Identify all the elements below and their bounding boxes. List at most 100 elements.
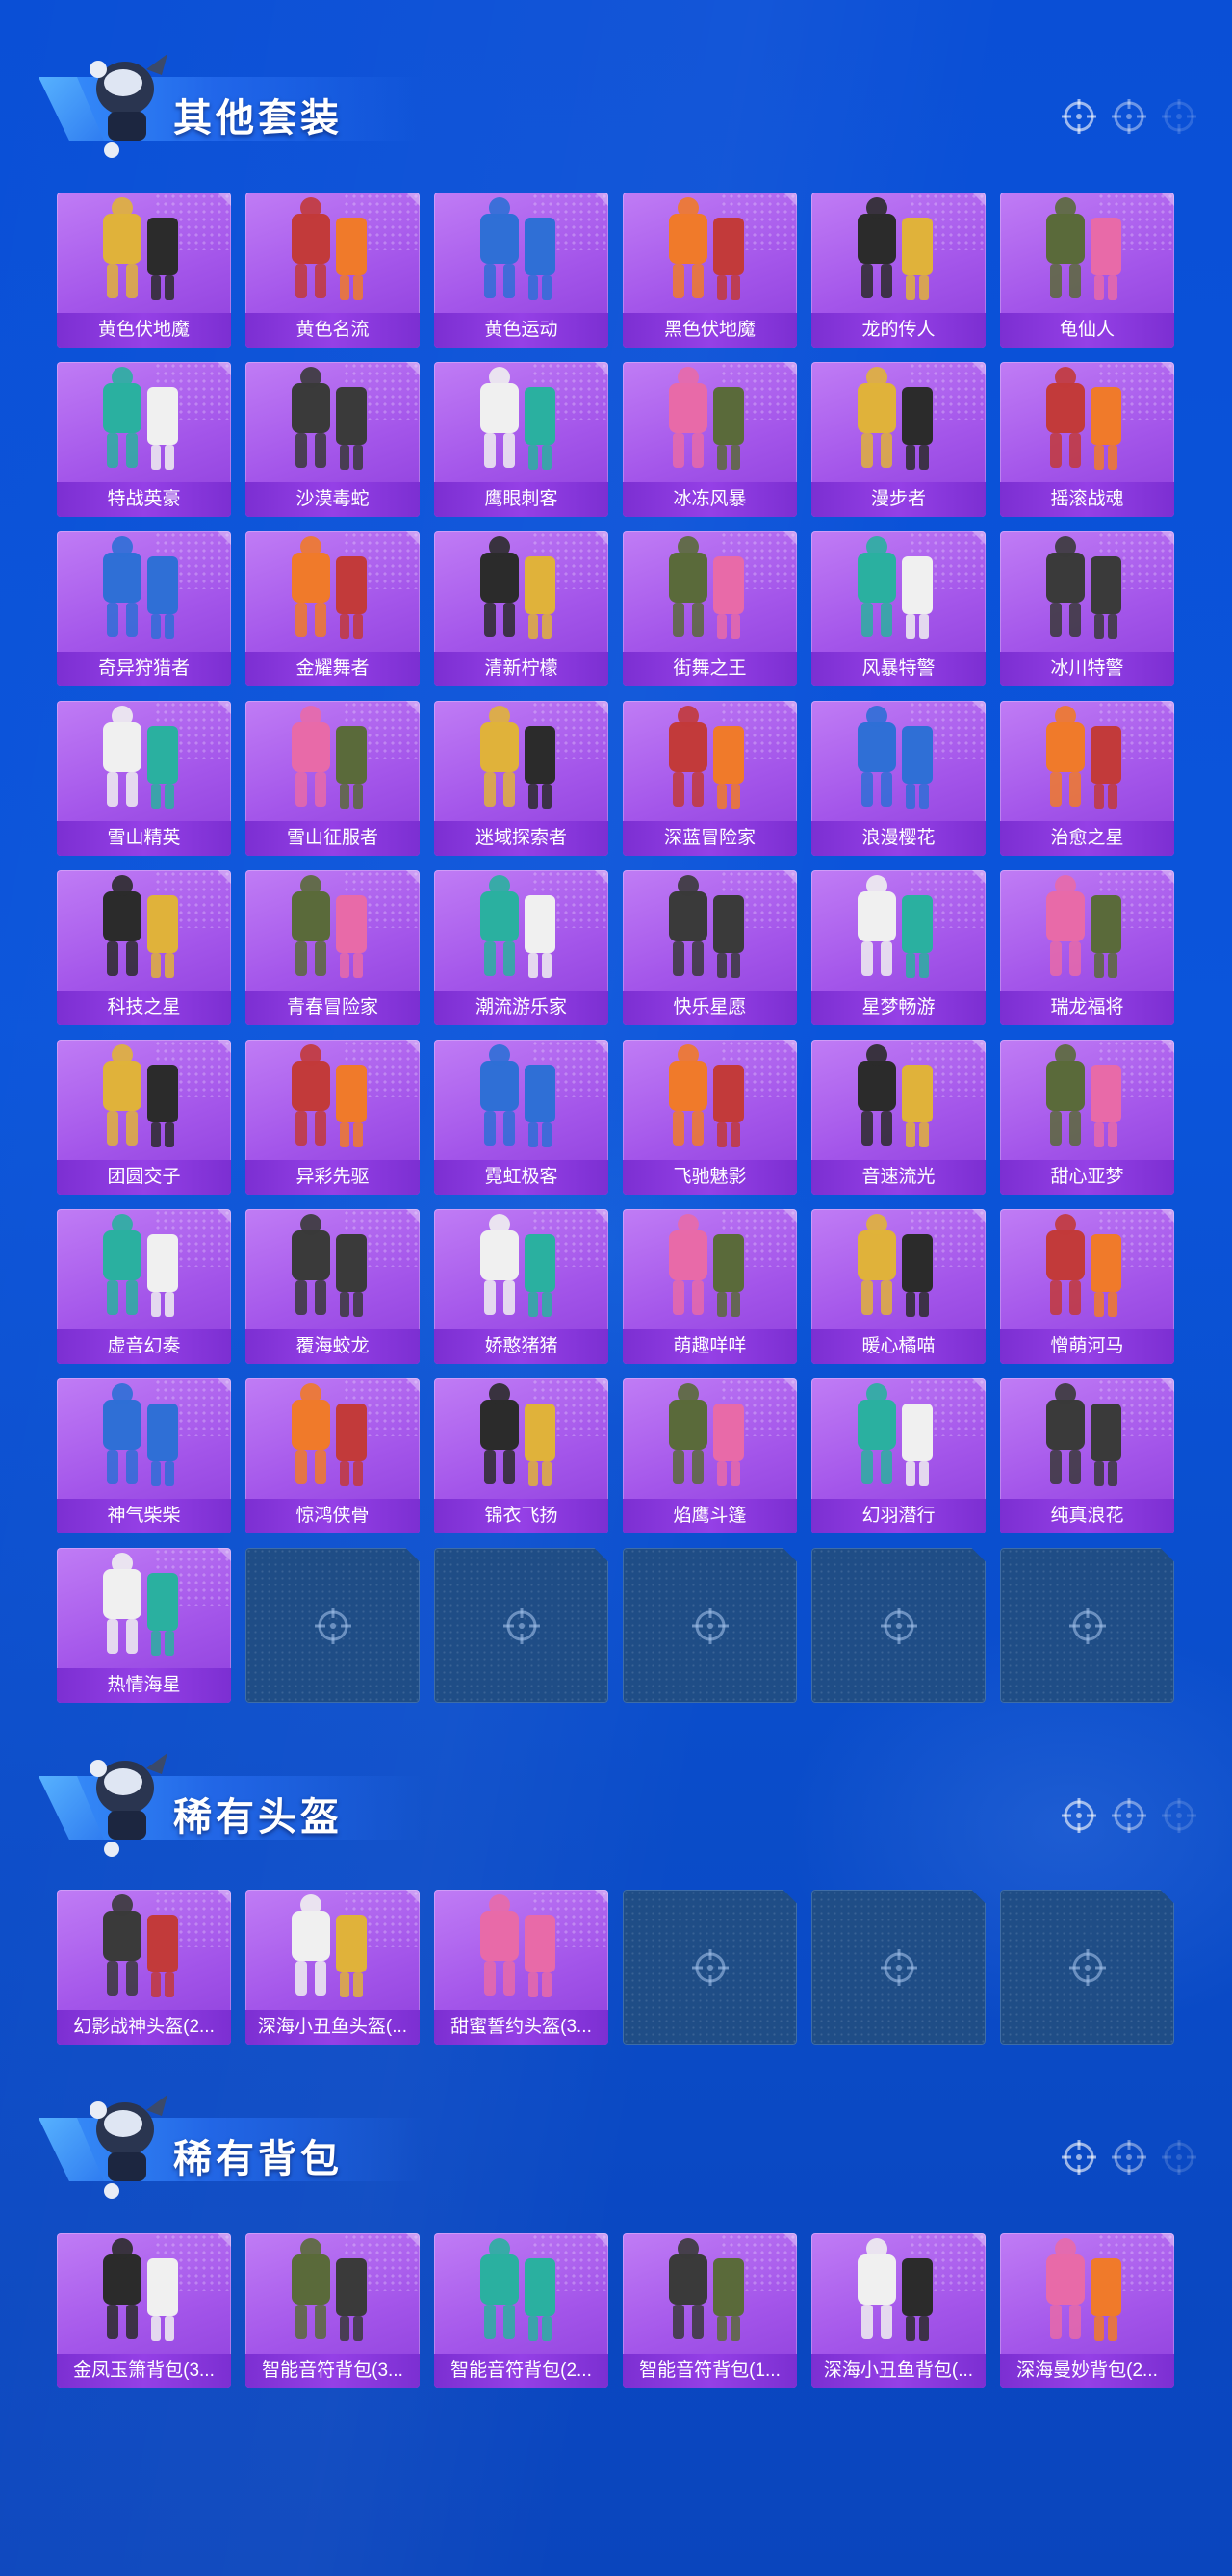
item-card[interactable]: 焰鹰斗篷	[623, 1378, 797, 1533]
item-card[interactable]: 深海小丑鱼背包(...	[811, 2233, 986, 2388]
item-card[interactable]: 快乐星愿	[623, 870, 797, 1025]
item-card[interactable]: 金耀舞者	[245, 531, 420, 686]
item-label: 龙的传人	[811, 313, 986, 348]
item-card[interactable]: 瑞龙福将	[1000, 870, 1174, 1025]
crosshair-icon	[1069, 1608, 1106, 1644]
item-card[interactable]: 街舞之王	[623, 531, 797, 686]
item-card[interactable]: 龟仙人	[1000, 193, 1174, 348]
item-card[interactable]: 清新柠檬	[434, 531, 608, 686]
item-card[interactable]: 幻影战神头盔(2...	[57, 1890, 231, 2045]
item-card[interactable]: 龙的传人	[811, 193, 986, 348]
item-thumbnail-icon	[669, 706, 744, 809]
item-thumbnail-icon	[480, 1214, 555, 1317]
item-card[interactable]: 深海小丑鱼头盔(...	[245, 1890, 420, 2045]
item-card[interactable]: 幻羽潜行	[811, 1378, 986, 1533]
item-label: 龟仙人	[1000, 313, 1174, 348]
item-card[interactable]: 黑色伏地魔	[623, 193, 797, 348]
item-card[interactable]: 甜心亚梦	[1000, 1040, 1174, 1195]
item-thumbnail-icon	[669, 1383, 744, 1486]
item-thumbnail-icon	[480, 197, 555, 300]
item-card[interactable]: 浪漫樱花	[811, 701, 986, 856]
item-card[interactable]: 治愈之星	[1000, 701, 1174, 856]
item-card[interactable]: 智能音符背包(2...	[434, 2233, 608, 2388]
item-card[interactable]: 沙漠毒蛇	[245, 362, 420, 517]
crosshair-icon	[1062, 2140, 1096, 2175]
item-card[interactable]: 科技之星	[57, 870, 231, 1025]
item-thumbnail-icon	[669, 197, 744, 300]
item-card[interactable]: 锦衣飞扬	[434, 1378, 608, 1533]
item-card[interactable]: 甜蜜誓约头盔(3...	[434, 1890, 608, 2045]
item-thumbnail-icon	[103, 1044, 178, 1147]
item-label: 焰鹰斗篷	[623, 1499, 797, 1533]
item-card[interactable]: 萌趣咩咩	[623, 1209, 797, 1364]
item-card[interactable]: 团圆交子	[57, 1040, 231, 1195]
item-card[interactable]: 黄色运动	[434, 193, 608, 348]
item-card[interactable]: 潮流游乐家	[434, 870, 608, 1025]
item-thumbnail-icon	[292, 367, 367, 470]
item-card[interactable]: 迷域探索者	[434, 701, 608, 856]
item-thumbnail-icon	[103, 367, 178, 470]
item-thumbnail-icon	[103, 536, 178, 639]
item-thumbnail-icon	[480, 875, 555, 978]
item-label: 暖心橘喵	[811, 1329, 986, 1364]
item-card[interactable]: 飞驰魅影	[623, 1040, 797, 1195]
item-card[interactable]: 智能音符背包(1...	[623, 2233, 797, 2388]
item-card[interactable]: 星梦畅游	[811, 870, 986, 1025]
item-thumbnail-icon	[292, 875, 367, 978]
item-card[interactable]: 奇异狩猎者	[57, 531, 231, 686]
item-label: 智能音符背包(2...	[434, 2354, 608, 2388]
item-card[interactable]: 摇滚战魂	[1000, 362, 1174, 517]
item-label: 街舞之王	[623, 652, 797, 686]
item-thumbnail-icon	[669, 1044, 744, 1147]
section-header: 稀有头盔	[29, 1747, 424, 1872]
item-card[interactable]: 覆海蛟龙	[245, 1209, 420, 1364]
crosshair-decoration	[1059, 2137, 1203, 2179]
item-label: 幻羽潜行	[811, 1499, 986, 1533]
item-card[interactable]: 风暴特警	[811, 531, 986, 686]
item-label: 幻影战神头盔(2...	[57, 2010, 231, 2045]
item-card[interactable]: 神气柴柴	[57, 1378, 231, 1533]
item-card[interactable]: 暖心橘喵	[811, 1209, 986, 1364]
item-thumbnail-icon	[669, 875, 744, 978]
item-label: 冰冻风暴	[623, 482, 797, 517]
item-card[interactable]: 鹰眼刺客	[434, 362, 608, 517]
item-card[interactable]: 冰川特警	[1000, 531, 1174, 686]
item-thumbnail-icon	[480, 367, 555, 470]
item-card[interactable]: 智能音符背包(3...	[245, 2233, 420, 2388]
item-card[interactable]: 深蓝冒险家	[623, 701, 797, 856]
item-card[interactable]: 纯真浪花	[1000, 1378, 1174, 1533]
item-thumbnail-icon	[480, 1044, 555, 1147]
item-card[interactable]: 漫步者	[811, 362, 986, 517]
item-thumbnail-icon	[103, 1553, 178, 1656]
item-card[interactable]: 音速流光	[811, 1040, 986, 1195]
item-card[interactable]: 娇憨猪猪	[434, 1209, 608, 1364]
item-card[interactable]: 青春冒险家	[245, 870, 420, 1025]
crosshair-decoration	[1059, 96, 1203, 139]
mascot-icon	[90, 54, 167, 158]
item-card[interactable]: 憎萌河马	[1000, 1209, 1174, 1364]
item-card[interactable]: 黄色名流	[245, 193, 420, 348]
item-card[interactable]: 霓虹极客	[434, 1040, 608, 1195]
empty-slot	[623, 1890, 797, 2045]
item-card[interactable]: 冰冻风暴	[623, 362, 797, 517]
crosshair-icon	[1162, 2140, 1196, 2175]
item-card[interactable]: 虚音幻奏	[57, 1209, 231, 1364]
item-label: 鹰眼刺客	[434, 482, 608, 517]
item-label: 深海曼妙背包(2...	[1000, 2354, 1174, 2388]
item-card[interactable]: 热情海星	[57, 1548, 231, 1703]
item-card[interactable]: 特战英豪	[57, 362, 231, 517]
item-card[interactable]: 雪山征服者	[245, 701, 420, 856]
item-thumbnail-icon	[858, 1044, 933, 1147]
empty-slot	[811, 1548, 986, 1703]
item-card[interactable]: 深海曼妙背包(2...	[1000, 2233, 1174, 2388]
item-card[interactable]: 金凤玉箫背包(3...	[57, 2233, 231, 2388]
item-thumbnail-icon	[858, 367, 933, 470]
item-label: 憎萌河马	[1000, 1329, 1174, 1364]
item-card[interactable]: 惊鸿侠骨	[245, 1378, 420, 1533]
item-card[interactable]: 黄色伏地魔	[57, 193, 231, 348]
item-card[interactable]: 雪山精英	[57, 701, 231, 856]
item-label: 甜心亚梦	[1000, 1160, 1174, 1195]
item-label: 黄色名流	[245, 313, 420, 348]
item-label: 奇异狩猎者	[57, 652, 231, 686]
item-card[interactable]: 异彩先驱	[245, 1040, 420, 1195]
